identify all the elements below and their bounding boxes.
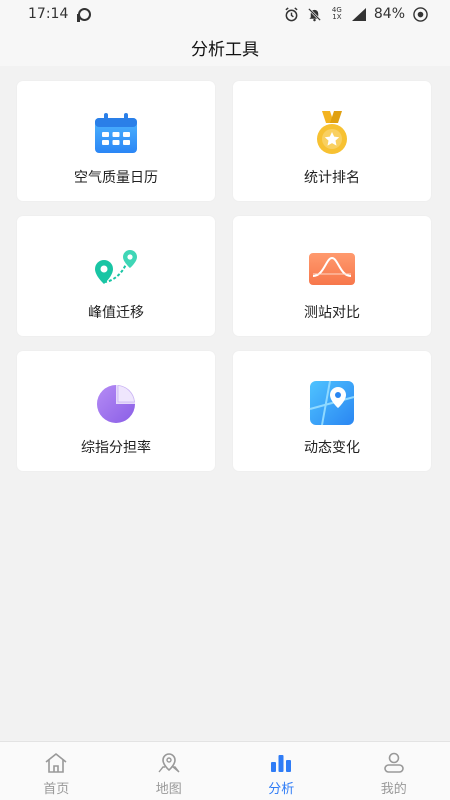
tool-grid: 空气质量日历 统计排名 峰值迁移 测站对比 综指分担率 动态变化 [17,81,431,471]
tool-label: 峰值迁移 [88,305,144,321]
status-time: 17:14 [28,6,69,22]
tool-label: 统计排名 [304,170,360,186]
bar-chart-icon [271,755,292,772]
tab-label: 分析 [268,782,295,797]
map-pin-icon [309,380,355,426]
tool-label: 综指分担率 [81,440,151,456]
status-bar: 17:14 4G 1X 84% [0,0,450,28]
tool-card-composite-index-share[interactable]: 综指分担率 [17,351,215,471]
map-icon [158,753,180,773]
calendar-icon [95,113,137,153]
wave-chart-icon [309,253,355,285]
signal-icon [351,7,366,21]
eye-comfort-icon [413,6,428,22]
tab-label: 地图 [155,782,182,797]
tab-label: 我的 [380,782,407,797]
location-route-icon [95,250,137,284]
tool-card-station-comparison[interactable]: 测站对比 [233,216,431,336]
tab-analysis[interactable]: 分析 [225,742,338,800]
tool-card-statistics-ranking[interactable]: 统计排名 [233,81,431,201]
tab-label: 首页 [43,782,70,797]
tab-map[interactable]: 地图 [113,742,226,800]
tool-label: 测站对比 [304,305,360,321]
parking-notification-icon [77,7,92,22]
mute-bell-icon [307,7,321,21]
network-type-label: 4G 1X [331,6,342,21]
tab-mine[interactable]: 我的 [338,742,450,800]
battery-level: 84% [373,6,405,22]
tool-card-dynamic-change[interactable]: 动态变化 [233,351,431,471]
tool-card-air-quality-calendar[interactable]: 空气质量日历 [17,81,215,201]
page-header: 分析工具 [0,28,450,66]
bottom-tab-bar: 首页 地图 分析 我的 [0,741,450,800]
tool-label: 动态变化 [304,440,360,456]
tab-home[interactable]: 首页 [0,742,113,800]
user-icon [383,752,404,773]
alarm-icon [285,6,298,21]
pie-chart-icon [97,385,135,423]
medal-icon [317,111,347,154]
tool-label: 空气质量日历 [74,170,158,186]
tool-card-peak-migration[interactable]: 峰值迁移 [17,216,215,336]
home-icon [45,753,67,773]
page-title: 分析工具 [191,39,259,60]
